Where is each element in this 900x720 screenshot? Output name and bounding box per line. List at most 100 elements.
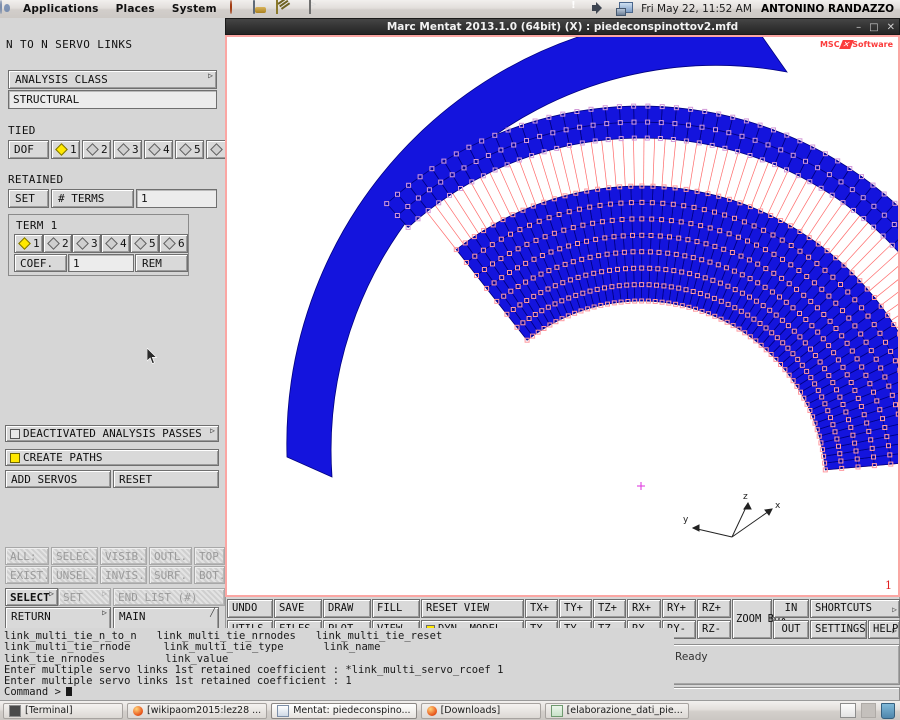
menu-system[interactable]: System [169, 2, 220, 16]
diamond-off-icon [179, 143, 192, 156]
select-visib-button: VISIB. [100, 547, 147, 565]
chevron-icon: ╱ [210, 608, 215, 617]
axis-label-y: y [683, 515, 689, 525]
shortcuts-button[interactable]: SHORTCUTS ▷ [810, 599, 900, 618]
term-dof-3[interactable]: 3 [72, 234, 101, 253]
evolution-icon[interactable] [252, 0, 269, 17]
taskbar-item-mentat[interactable]: Mentat: piedeconspino... [271, 702, 417, 719]
rz-minus-button[interactable]: RZ- [697, 620, 731, 639]
tied-dof-4[interactable]: 4 [144, 140, 173, 159]
volume-icon[interactable] [591, 1, 607, 17]
term-coef-input[interactable]: 1 [68, 254, 134, 272]
undo-label: UNDO [232, 602, 258, 614]
close-icon[interactable]: ✕ [887, 22, 895, 33]
rz-plus-button[interactable]: RZ+ [697, 599, 731, 618]
clock[interactable]: Fri May 22, 11:52 AM [641, 3, 752, 15]
tx-plus-button[interactable]: TX+ [525, 599, 558, 618]
term-coef-button[interactable]: COEF. [14, 254, 67, 272]
graphics-viewport[interactable]: x z y MSC✕Software 1 [225, 35, 900, 597]
tx-plus-label: TX+ [530, 602, 549, 614]
reset-button[interactable]: RESET [113, 470, 219, 488]
tied-label: TIED [8, 124, 36, 137]
terminal-icon[interactable] [308, 0, 325, 17]
chevron-icon: ▷ [210, 426, 215, 435]
show-desktop-icon[interactable] [840, 703, 856, 718]
retained-terms-button[interactable]: # TERMS [51, 189, 134, 208]
ry-plus-button[interactable]: RY+ [662, 599, 696, 618]
zoom-out-label: OUT [781, 623, 801, 635]
minimize-icon[interactable]: – [856, 22, 861, 33]
toolbar-group-help: SHORTCUTS ▷ SETTINGS HELP ▷ [810, 599, 900, 639]
menu-applications[interactable]: Applications [20, 2, 102, 16]
reset-view-button[interactable]: RESET VIEW [421, 599, 524, 618]
user-name[interactable]: ANTONINO RANDAZZO [761, 3, 894, 15]
diamond-off-icon [148, 143, 161, 156]
shortcuts-label: SHORTCUTS [815, 602, 872, 614]
settings-button[interactable]: SETTINGS [810, 620, 867, 639]
tied-dof-5[interactable]: 5 [175, 140, 204, 159]
fill-button[interactable]: FILL [372, 599, 420, 618]
select-selec-button: SELEC. [51, 547, 98, 565]
gnome-foot-icon[interactable] [0, 0, 16, 17]
select-invis-button: INVIS. [100, 566, 147, 584]
firefox-icon[interactable] [229, 0, 246, 17]
select-outl-button: OUTL. [149, 547, 192, 565]
term-dof-2[interactable]: 2 [43, 234, 72, 253]
tied-dof-button[interactable]: DOF [8, 140, 49, 159]
taskbar-item-downloads[interactable]: [Downloads] [420, 702, 541, 719]
kw-3-1: link_tie_nrnodes [4, 652, 106, 665]
ty-plus-button[interactable]: TY+ [559, 599, 592, 618]
network-icon[interactable] [616, 1, 632, 17]
msc-software-logo: MSC✕Software [820, 40, 893, 49]
kw-1-3: link_multi_tie_reset [315, 630, 443, 642]
tz-plus-label: TZ+ [598, 602, 617, 614]
command-prompt-row[interactable]: Command > [4, 687, 674, 698]
kw-1-1: link_multi_tie_n_to_n [4, 630, 137, 642]
tied-dof-1[interactable]: 1 [51, 140, 80, 159]
maximize-icon[interactable]: □ [869, 22, 878, 33]
term-dof-1[interactable]: 1 [14, 234, 43, 253]
draw-button[interactable]: DRAW [323, 599, 371, 618]
trash-icon[interactable] [881, 702, 895, 719]
help-button[interactable]: HELP ▷ [868, 620, 900, 639]
add-servos-button[interactable]: ADD SERVOS [5, 470, 111, 488]
zoom-out-button[interactable]: OUT [773, 620, 809, 639]
analysis-class-button[interactable]: ANALYSIS CLASS ▷ [8, 70, 217, 89]
tz-plus-button[interactable]: TZ+ [593, 599, 626, 618]
chevron-icon: ▷ [892, 626, 897, 635]
analysis-class-value[interactable]: STRUCTURAL [8, 90, 217, 109]
deactivated-passes-toggle[interactable]: DEACTIVATED ANALYSIS PASSES ▷ [5, 425, 219, 442]
menu-places[interactable]: Places [113, 2, 158, 16]
console-output[interactable]: link_multi_tie_n_to_n link_multi_tie_nrno… [0, 628, 674, 700]
zoom-in-button[interactable]: IN [773, 599, 809, 618]
select-button[interactable]: SELECT ▷ [5, 588, 58, 606]
diamond-off-icon [86, 143, 99, 156]
add-servos-label: ADD SERVOS [11, 472, 78, 486]
undo-button[interactable]: UNDO [227, 599, 273, 618]
notes-icon[interactable] [275, 0, 292, 17]
draw-label: DRAW [328, 602, 354, 614]
taskbar-item-terminal[interactable]: [Terminal] [3, 702, 123, 719]
tied-dof-3[interactable]: 3 [113, 140, 142, 159]
create-paths-label: CREATE PATHS [23, 451, 103, 464]
select-surf-label: SURF. [154, 568, 188, 582]
term-dof-5[interactable]: 5 [130, 234, 159, 253]
update-icon[interactable] [566, 1, 582, 17]
taskbar-item-wikipaom[interactable]: [wikipaom2015:lez28 ... [127, 702, 268, 719]
zoom-box-button[interactable]: ZOOM BOX [732, 599, 787, 639]
rx-plus-button[interactable]: RX+ [627, 599, 661, 618]
taskbar-label: [Terminal] [25, 705, 73, 716]
taskbar-label: [wikipaom2015:lez28 ... [147, 705, 262, 716]
retained-set-button[interactable]: SET [8, 189, 49, 208]
term-rem-button[interactable]: REM [135, 254, 188, 272]
taskbar-item-elaborazione[interactable]: [elaborazione_dati_pie... [544, 702, 689, 719]
retained-terms-input[interactable]: 1 [136, 189, 217, 208]
term-dof-6[interactable]: 6 [159, 234, 188, 253]
window-titlebar[interactable]: Marc Mentat 2013.1.0 (64bit) (X) : piede… [225, 18, 900, 35]
workspace-icon[interactable] [861, 703, 876, 718]
save-button[interactable]: SAVE [274, 599, 322, 618]
term-dof-4[interactable]: 4 [101, 234, 130, 253]
kw-3-2: link_value [165, 652, 229, 665]
create-paths-toggle[interactable]: CREATE PATHS [5, 449, 219, 466]
tied-dof-2[interactable]: 2 [82, 140, 111, 159]
